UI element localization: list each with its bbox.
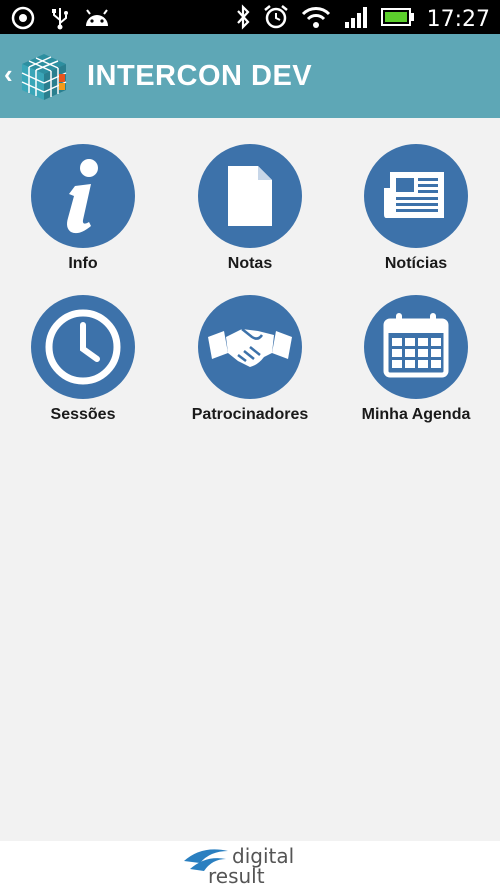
usb-icon: [50, 6, 70, 35]
chevron-left-icon[interactable]: ‹: [4, 60, 13, 88]
clock-icon: [45, 309, 121, 385]
alarm-icon: [263, 4, 289, 35]
menu-item-noticias[interactable]: Notícias: [336, 144, 496, 274]
menu-item-label: Minha Agenda: [361, 406, 471, 423]
menu-item-sessoes[interactable]: Sessões: [3, 295, 163, 425]
app-bar: ‹ INTERCON DEV: [0, 34, 500, 118]
android-icon: [84, 8, 110, 33]
calendar-icon: [383, 313, 449, 378]
bluetooth-icon: [235, 4, 251, 35]
wifi-icon: [301, 5, 331, 34]
menu-item-label: Notas: [227, 255, 273, 272]
menu-item-label: Info: [68, 255, 98, 272]
menu-item-notas[interactable]: Notas: [170, 144, 330, 274]
cube-logo-icon[interactable]: [18, 52, 70, 102]
menu-item-patrocinadores[interactable]: Patrocinadores: [170, 295, 330, 425]
vpn-icon: [10, 6, 36, 35]
clock-time: 17:27: [426, 6, 490, 32]
newspaper-icon: [384, 172, 444, 218]
handshake-icon: [208, 328, 292, 367]
menu-item-minha-agenda[interactable]: Minha Agenda: [336, 295, 496, 425]
info-icon: [67, 159, 98, 234]
menu-item-label: Patrocinadores: [191, 406, 309, 423]
footer: digital result: [0, 841, 500, 889]
status-bar: 17:27: [0, 0, 500, 34]
signal-icon: [343, 5, 369, 34]
app-title: INTERCON DEV: [87, 60, 313, 92]
menu-item-info[interactable]: Info: [3, 144, 163, 274]
menu-item-label: Notícias: [384, 255, 448, 272]
digital-result-logo: digital result: [184, 844, 294, 887]
menu-item-label: Sessões: [50, 406, 116, 423]
document-icon: [228, 166, 272, 226]
battery-icon: [380, 7, 415, 32]
svg-text:result: result: [208, 864, 265, 887]
